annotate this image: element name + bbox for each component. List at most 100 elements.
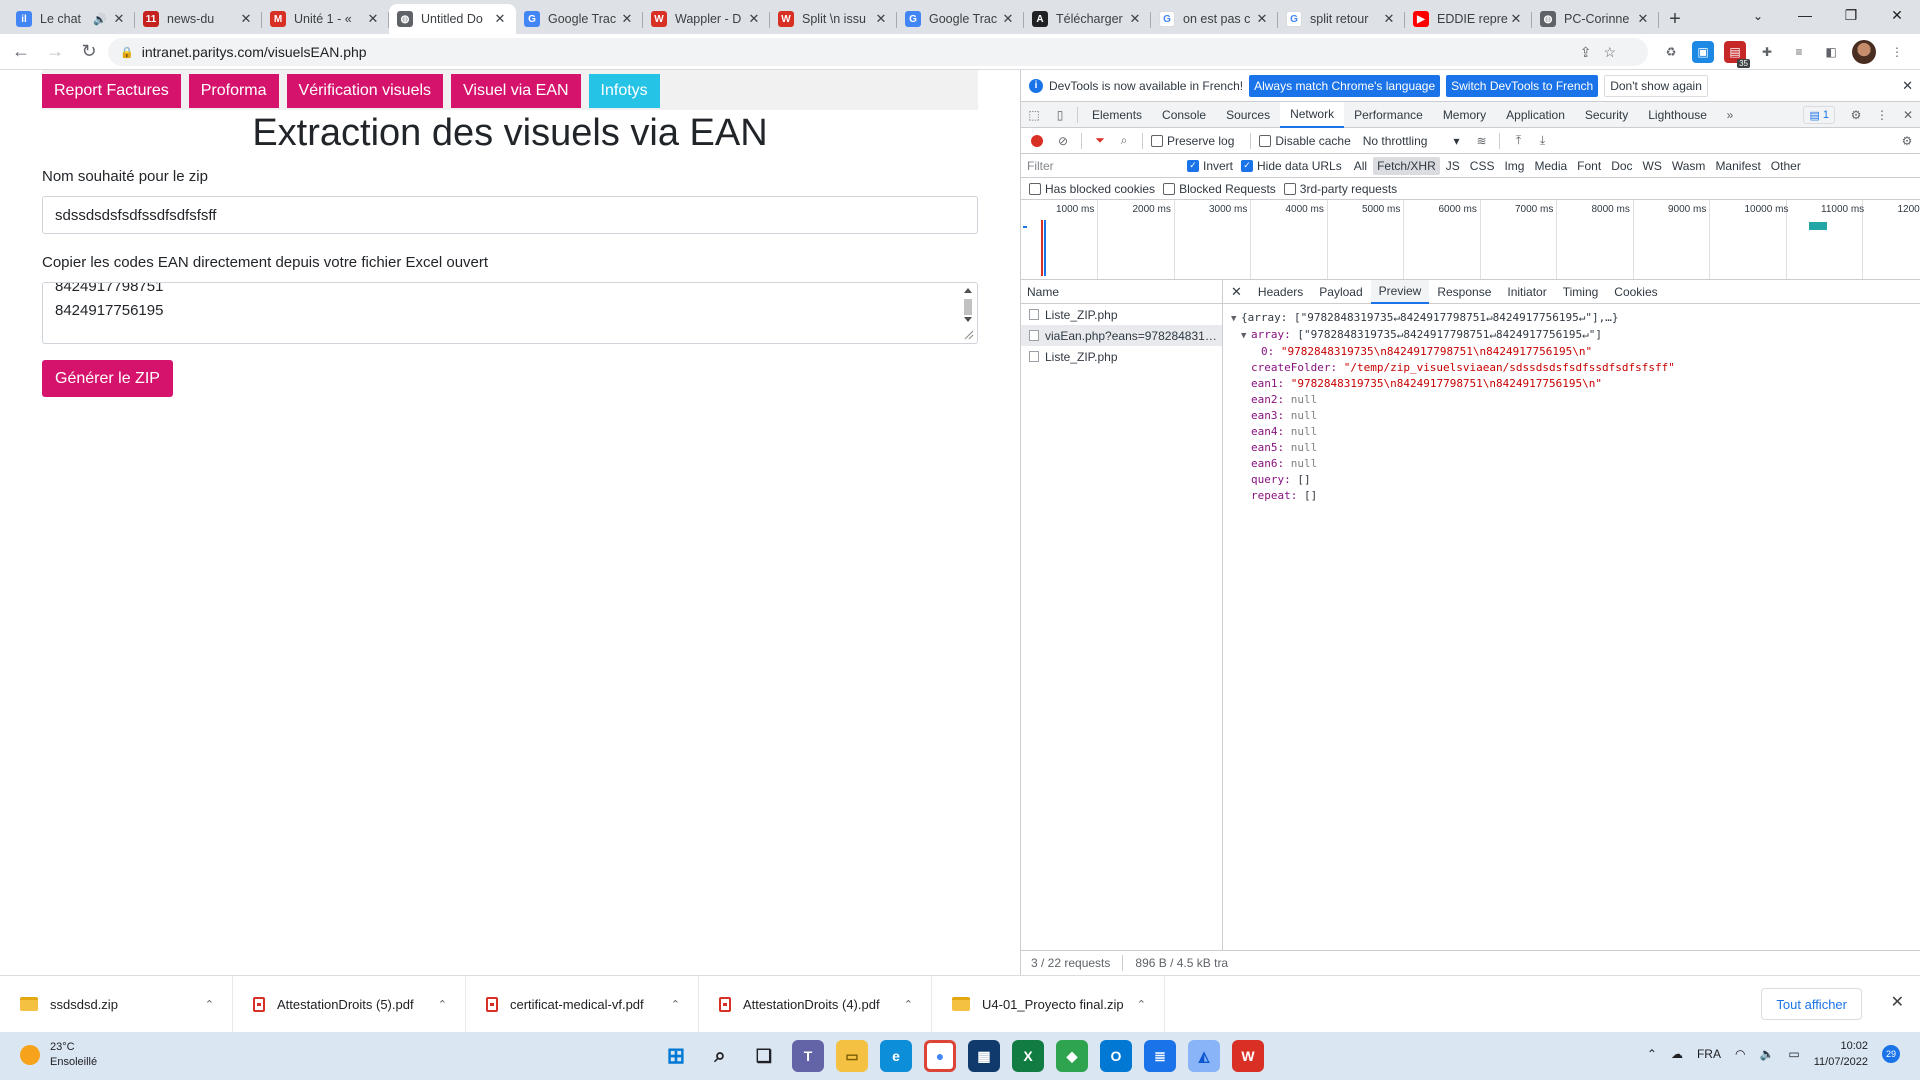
- photos-icon[interactable]: ◭: [1188, 1040, 1220, 1072]
- onedrive-cloud-icon[interactable]: ☁: [1671, 1047, 1683, 1061]
- tab-close-icon[interactable]: ✕: [238, 11, 254, 27]
- tab-close-icon[interactable]: ✕: [746, 11, 762, 27]
- weather-widget[interactable]: 23°C Ensoleillé: [20, 1040, 97, 1070]
- browser-tab[interactable]: ▶ EDDIE repre ✕: [1405, 4, 1532, 34]
- nav-link[interactable]: Vérification visuels: [286, 74, 444, 108]
- browser-tab[interactable]: G Google Trac ✕: [897, 4, 1024, 34]
- resource-type-filter[interactable]: Media: [1530, 157, 1571, 175]
- download-item[interactable]: AttestationDroits (5).pdf ⌃: [233, 975, 466, 1033]
- download-menu-chevron-icon[interactable]: ⌃: [1137, 998, 1146, 1011]
- devtools-tab[interactable]: Security: [1575, 102, 1638, 128]
- tab-close-icon[interactable]: ✕: [1381, 11, 1397, 27]
- download-menu-chevron-icon[interactable]: ⌃: [671, 998, 680, 1011]
- preserve-log-checkbox[interactable]: Preserve log: [1151, 134, 1234, 148]
- devtools-tab[interactable]: Console: [1152, 102, 1216, 128]
- share-icon[interactable]: ⇪: [1580, 44, 1592, 61]
- reload-button[interactable]: ↻: [72, 35, 106, 69]
- tab-close-icon[interactable]: ✕: [619, 11, 635, 27]
- browser-tab[interactable]: A Télécharger ✕: [1024, 4, 1151, 34]
- banner-close-icon[interactable]: ✕: [1902, 78, 1913, 94]
- excel-icon[interactable]: X: [1012, 1040, 1044, 1072]
- devtools-tab[interactable]: Performance: [1344, 102, 1433, 128]
- new-tab-button[interactable]: +: [1659, 4, 1691, 34]
- browser-tab[interactable]: ◍ Untitled Do ✕: [389, 4, 516, 34]
- switch-to-french-button[interactable]: Switch DevTools to French: [1446, 74, 1599, 97]
- textarea-scrollbar[interactable]: [961, 285, 975, 341]
- browser-tab[interactable]: il Le chat 🔊 ✕: [8, 4, 135, 34]
- resource-type-filter[interactable]: Doc: [1607, 157, 1636, 175]
- show-all-downloads-button[interactable]: Tout afficher: [1761, 988, 1862, 1020]
- filter-input[interactable]: Filter: [1027, 159, 1187, 173]
- request-row[interactable]: Liste_ZIP.php: [1021, 304, 1222, 325]
- nav-link[interactable]: Visuel via EAN: [451, 74, 581, 108]
- resource-type-filter[interactable]: Font: [1573, 157, 1605, 175]
- detail-tab[interactable]: Payload: [1311, 280, 1370, 304]
- download-menu-chevron-icon[interactable]: ⌃: [438, 998, 447, 1011]
- wappler-icon[interactable]: W: [1232, 1040, 1264, 1072]
- resource-type-filter[interactable]: Fetch/XHR: [1373, 156, 1440, 175]
- tab-audio-icon[interactable]: 🔊: [93, 13, 107, 26]
- download-item[interactable]: certificat-medical-vf.pdf ⌃: [466, 975, 699, 1033]
- json-array-line[interactable]: ▼ array: ["9782848319735↵8424917798751↵84…: [1231, 327, 1920, 344]
- network-conditions-icon[interactable]: ≋: [1471, 128, 1491, 154]
- json-root-line[interactable]: ▼ {array: ["9782848319735↵8424917798751↵8…: [1231, 310, 1920, 327]
- nav-link[interactable]: Report Factures: [42, 74, 181, 108]
- outlook-icon[interactable]: O: [1100, 1040, 1132, 1072]
- tab-close-icon[interactable]: ✕: [111, 11, 127, 27]
- tab-close-icon[interactable]: ✕: [1000, 11, 1016, 27]
- resource-type-filter[interactable]: Img: [1500, 157, 1528, 175]
- disable-cache-checkbox[interactable]: Disable cache: [1259, 134, 1351, 148]
- notepad-icon[interactable]: ≣: [1144, 1040, 1176, 1072]
- detail-tab[interactable]: Preview: [1370, 279, 1430, 304]
- tab-close-icon[interactable]: ✕: [1254, 11, 1270, 27]
- task-view-icon[interactable]: ❏: [748, 1040, 780, 1072]
- request-row[interactable]: viaEan.php?eans=978284831…: [1021, 325, 1222, 346]
- teams-icon[interactable]: T: [792, 1040, 824, 1072]
- tab-close-icon[interactable]: ✕: [1508, 11, 1524, 27]
- zip-name-input[interactable]: sdssdsdsfsdfssdfsdfsfsff: [42, 196, 978, 234]
- bookmark-star-icon[interactable]: ☆: [1603, 44, 1616, 61]
- devtools-tab[interactable]: Application: [1496, 102, 1575, 128]
- back-button[interactable]: ←: [4, 35, 38, 69]
- has-blocked-cookies-checkbox[interactable]: Has blocked cookies: [1029, 182, 1155, 196]
- resource-type-filter[interactable]: WS: [1639, 157, 1666, 175]
- match-language-button[interactable]: Always match Chrome's language: [1249, 74, 1441, 97]
- dont-show-again-button[interactable]: Don't show again: [1604, 74, 1708, 97]
- devtools-tab[interactable]: Sources: [1216, 102, 1280, 128]
- minimize-button[interactable]: —: [1782, 0, 1828, 30]
- browser-tab[interactable]: Gsplit retour ✕: [1278, 4, 1405, 34]
- side-panel-icon[interactable]: ◧: [1820, 41, 1842, 63]
- tab-search-icon[interactable]: ⌄: [1746, 4, 1770, 28]
- maximize-button[interactable]: ❐: [1828, 0, 1874, 30]
- tray-chevron-icon[interactable]: ⌃: [1647, 1047, 1657, 1061]
- downloads-close-icon[interactable]: ✕: [1891, 992, 1904, 1012]
- device-toolbar-icon[interactable]: ▯: [1047, 102, 1073, 128]
- profile-avatar[interactable]: [1852, 40, 1876, 64]
- third-party-requests-checkbox[interactable]: 3rd-party requests: [1283, 182, 1397, 196]
- search-icon[interactable]: ⌕: [1114, 128, 1134, 154]
- devtools-tab[interactable]: Lighthouse: [1638, 102, 1717, 128]
- extension-recycle-icon[interactable]: ♻: [1660, 41, 1682, 63]
- tab-close-icon[interactable]: ✕: [492, 11, 508, 27]
- extensions-puzzle-icon[interactable]: ✚: [1756, 41, 1778, 63]
- devtools-close-icon[interactable]: ✕: [1895, 102, 1920, 128]
- generate-zip-button[interactable]: Générer le ZIP: [42, 360, 173, 397]
- browser-tab[interactable]: W Split \n issu ✕: [770, 4, 897, 34]
- network-overview-timeline[interactable]: 1000 ms 2000 ms 3000 ms 4000 ms 5000 ms 6000 …: [1021, 200, 1920, 280]
- browser-tab[interactable]: G Google Trac ✕: [516, 4, 643, 34]
- download-menu-chevron-icon[interactable]: ⌃: [205, 998, 214, 1011]
- import-har-icon[interactable]: ⤒: [1508, 128, 1528, 154]
- resource-type-filter[interactable]: Wasm: [1668, 157, 1710, 175]
- download-menu-chevron-icon[interactable]: ⌃: [904, 998, 913, 1011]
- download-item[interactable]: AttestationDroits (4).pdf ⌃: [699, 975, 932, 1033]
- network-settings-gear-icon[interactable]: ⚙: [1897, 128, 1917, 154]
- tab-close-icon[interactable]: ✕: [365, 11, 381, 27]
- blocked-requests-checkbox[interactable]: Blocked Requests: [1163, 182, 1276, 196]
- volume-icon[interactable]: 🔈: [1759, 1047, 1774, 1061]
- detail-tab[interactable]: Initiator: [1499, 280, 1554, 304]
- inspect-element-icon[interactable]: ⬚: [1021, 102, 1047, 128]
- download-item[interactable]: U4-01_Proyecto final.zip ⌃: [932, 975, 1165, 1033]
- detail-tab[interactable]: Response: [1429, 280, 1499, 304]
- wifi-icon[interactable]: ◠: [1735, 1047, 1745, 1061]
- media-control-icon[interactable]: ≡: [1788, 41, 1810, 63]
